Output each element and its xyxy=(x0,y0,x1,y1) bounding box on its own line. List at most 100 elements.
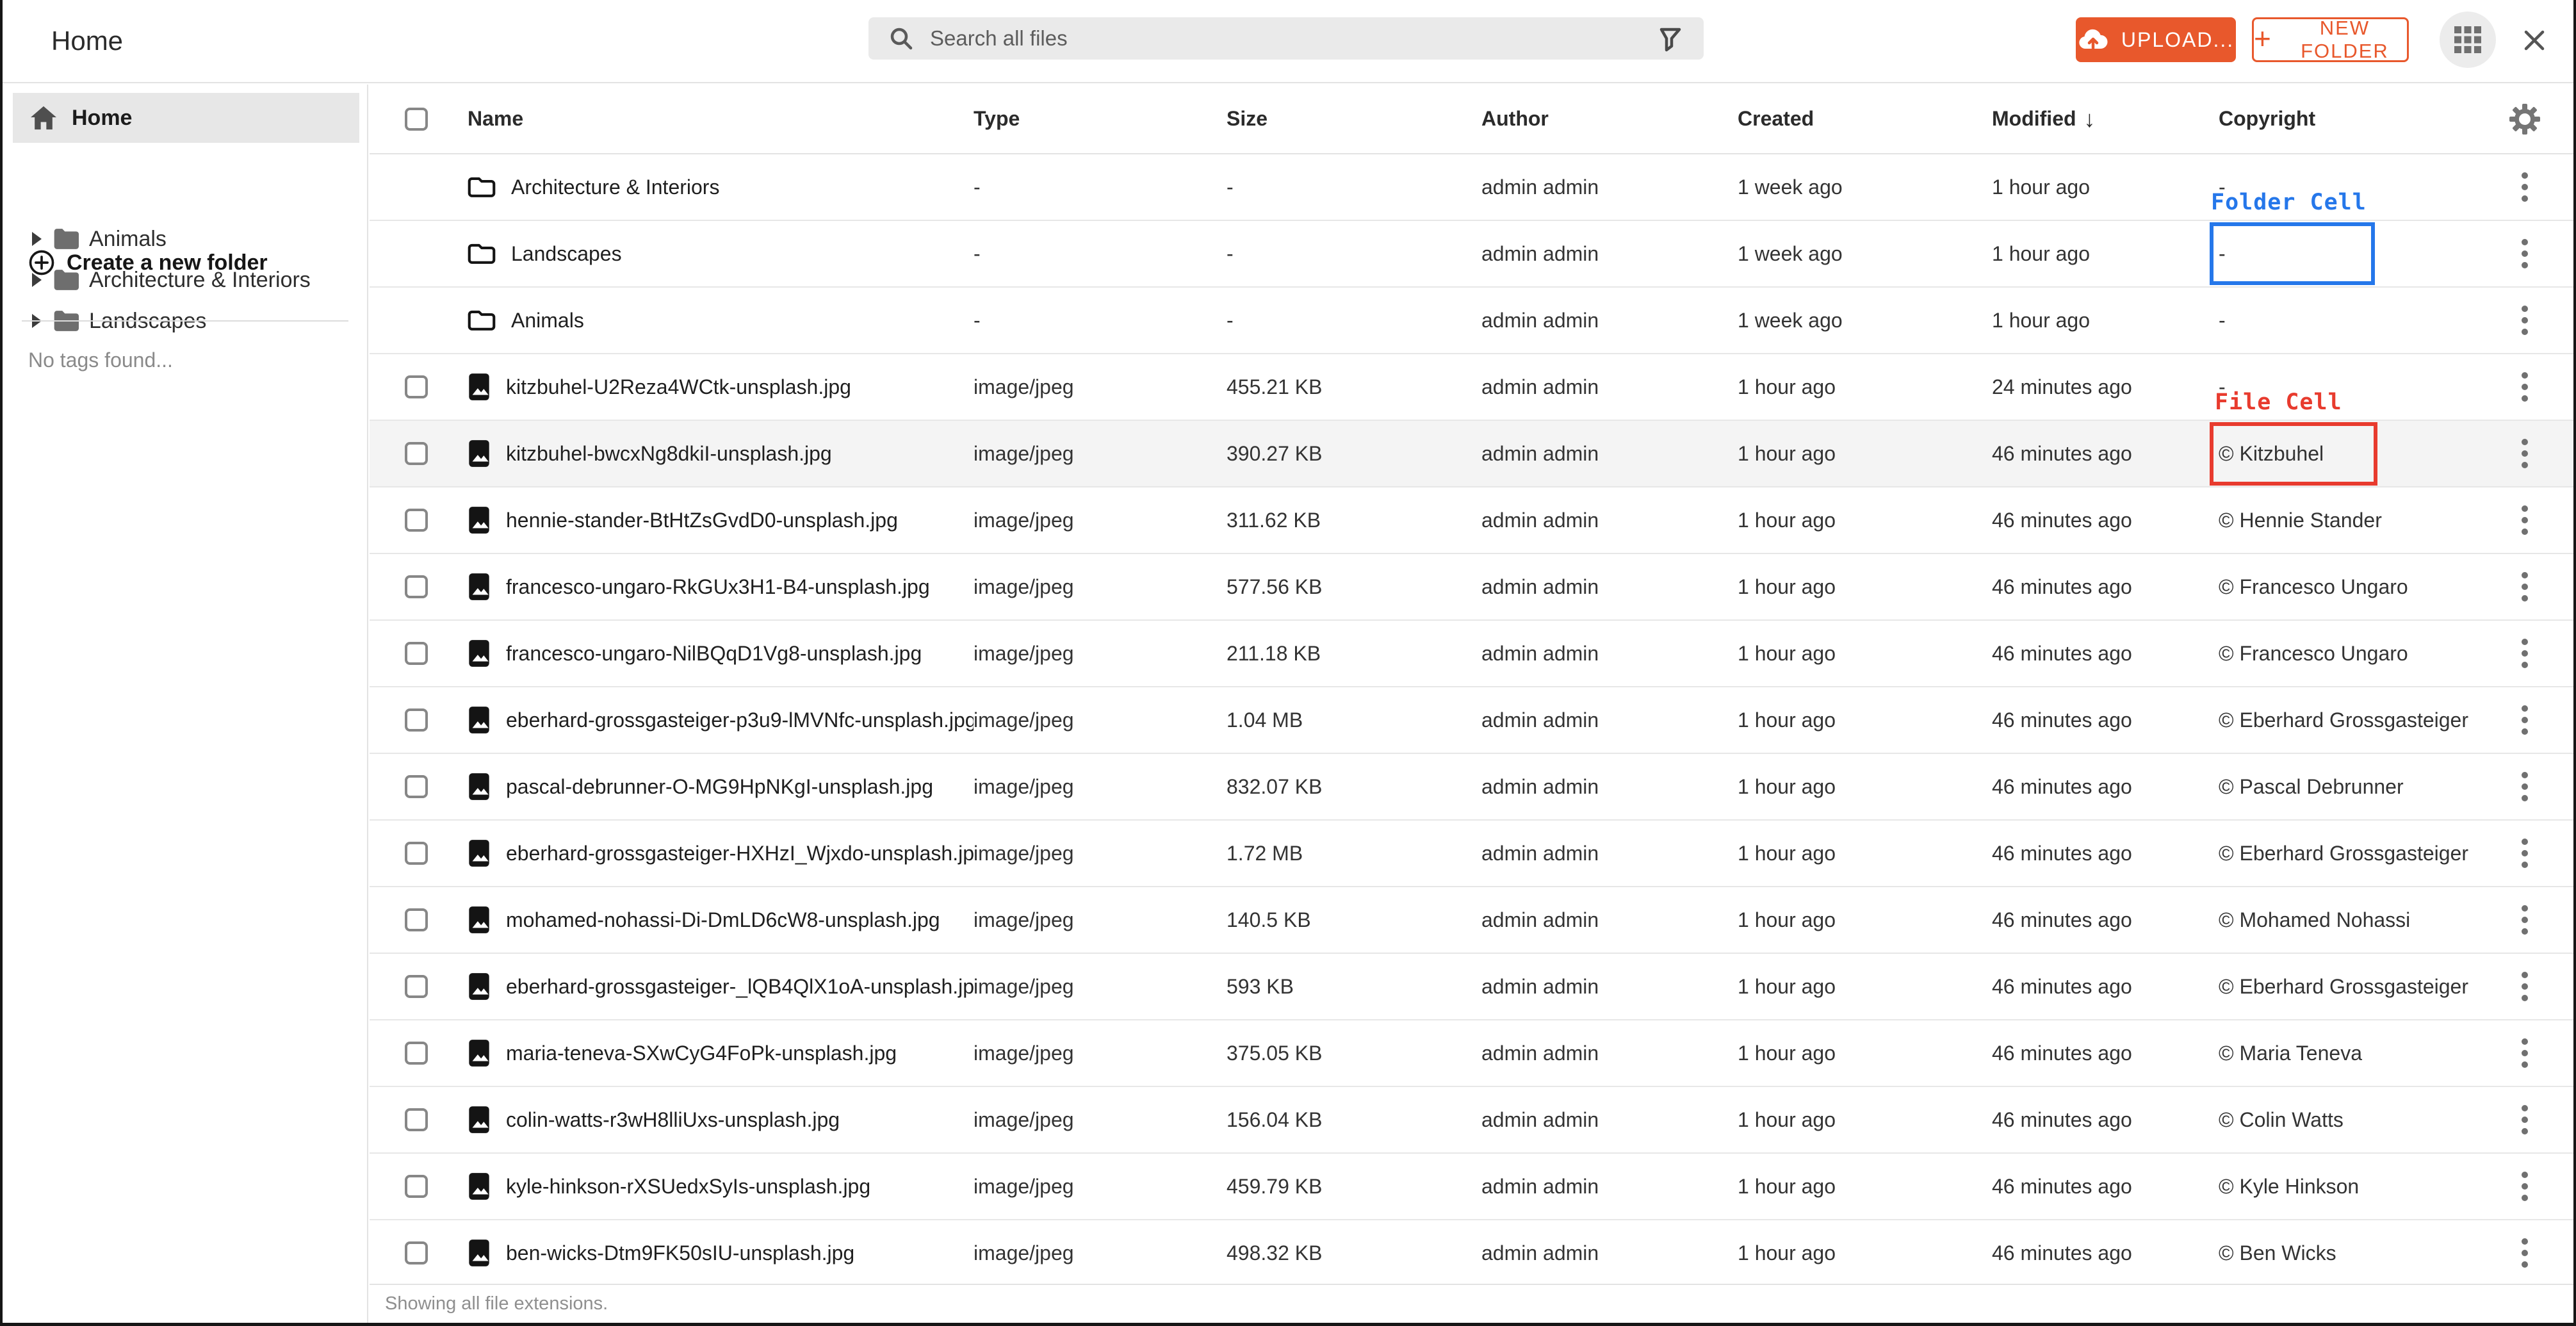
image-file-icon xyxy=(468,439,491,468)
copyright-cell: - xyxy=(2219,308,2226,332)
item-name: francesco-ungaro-RkGUx3H1-B4-unsplash.jp… xyxy=(506,575,930,598)
type-cell: image/jpeg xyxy=(974,774,1074,798)
column-header-name[interactable]: Name xyxy=(468,107,974,131)
row-menu-button[interactable] xyxy=(2513,168,2537,206)
row-checkbox[interactable] xyxy=(405,375,428,398)
column-header-created[interactable]: Created xyxy=(1738,107,1992,131)
column-header-type[interactable]: Type xyxy=(974,107,1227,131)
file-row[interactable]: maria-teneva-SXwCyG4FoPk-unsplash.jpg ima… xyxy=(370,1020,2573,1087)
sidebar-divider xyxy=(22,320,348,322)
modified-cell: 1 hour ago xyxy=(1992,175,2091,199)
column-header-modified[interactable]: Modified ↓ xyxy=(1992,106,2219,133)
grid-view-button[interactable] xyxy=(2440,12,2496,68)
close-button[interactable] xyxy=(2518,24,2550,56)
file-row[interactable]: hennie-stander-BtHtZsGvdD0-unsplash.jpg i… xyxy=(370,487,2573,554)
row-checkbox[interactable] xyxy=(405,975,428,998)
author-cell: admin admin xyxy=(1481,708,1599,732)
copyright-cell: © Maria Teneva xyxy=(2219,1041,2362,1065)
row-menu-button[interactable] xyxy=(2513,568,2537,605)
row-checkbox[interactable] xyxy=(405,442,428,465)
file-row[interactable]: kyle-hinkson-rXSUedxSyIs-unsplash.jpg ima… xyxy=(370,1154,2573,1220)
row-checkbox[interactable] xyxy=(405,842,428,865)
type-cell: image/jpeg xyxy=(974,1174,1074,1198)
column-header-size[interactable]: Size xyxy=(1227,107,1481,131)
file-row[interactable]: ben-wicks-Dtm9FK50sIU-unsplash.jpg image/… xyxy=(370,1220,2573,1287)
row-menu-button[interactable] xyxy=(2513,435,2537,472)
author-cell: admin admin xyxy=(1481,1108,1599,1131)
filter-icon[interactable] xyxy=(1656,24,1684,53)
type-cell: image/jpeg xyxy=(974,708,1074,732)
row-menu-button[interactable] xyxy=(2513,701,2537,739)
type-cell: - xyxy=(974,241,981,265)
file-row[interactable]: francesco-ungaro-RkGUx3H1-B4-unsplash.jp… xyxy=(370,554,2573,621)
row-checkbox[interactable] xyxy=(405,1241,428,1265)
modified-cell: 46 minutes ago xyxy=(1992,708,2132,732)
file-row[interactable]: colin-watts-r3wH8lliUxs-unsplash.jpg imag… xyxy=(370,1087,2573,1154)
created-cell: 1 hour ago xyxy=(1738,841,1836,865)
search-bar[interactable] xyxy=(868,17,1704,60)
row-checkbox[interactable] xyxy=(405,1042,428,1065)
row-menu-button[interactable] xyxy=(2513,1035,2537,1072)
created-cell: 1 hour ago xyxy=(1738,1174,1836,1198)
page-title: Home xyxy=(51,26,124,56)
created-cell: 1 hour ago xyxy=(1738,575,1836,598)
row-menu-button[interactable] xyxy=(2513,835,2537,872)
row-checkbox[interactable] xyxy=(405,775,428,798)
item-name: Landscapes xyxy=(511,241,622,265)
annotation-file-cell-box xyxy=(2210,422,2377,486)
sidebar-item-home[interactable]: Home xyxy=(13,93,359,143)
created-cell: 1 week ago xyxy=(1738,308,1843,332)
image-file-icon xyxy=(468,1172,491,1201)
create-new-folder-button[interactable]: Create a new folder xyxy=(28,247,268,278)
row-menu-button[interactable] xyxy=(2513,302,2537,339)
file-row[interactable]: mohamed-nohassi-Di-DmLD6cW8-unsplash.jpg… xyxy=(370,887,2573,954)
row-menu-button[interactable] xyxy=(2513,1168,2537,1205)
row-checkbox[interactable] xyxy=(405,1108,428,1131)
created-cell: 1 hour ago xyxy=(1738,774,1836,798)
image-file-icon xyxy=(468,639,491,668)
caret-right-icon[interactable] xyxy=(32,232,42,246)
row-checkbox[interactable] xyxy=(405,1175,428,1198)
row-checkbox[interactable] xyxy=(405,509,428,532)
copyright-cell: © Mohamed Nohassi xyxy=(2219,908,2411,931)
upload-button[interactable]: UPLOAD... xyxy=(2076,17,2236,62)
new-folder-button[interactable]: + NEW FOLDER xyxy=(2252,17,2409,62)
modified-cell: 46 minutes ago xyxy=(1992,1174,2132,1198)
table-header-row: Name Type Size Author Created Modified ↓… xyxy=(370,85,2573,154)
file-row[interactable]: eberhard-grossgasteiger-p3u9-lMVNfc-unsp… xyxy=(370,687,2573,754)
select-all-checkbox[interactable] xyxy=(405,107,428,131)
author-cell: admin admin xyxy=(1481,1041,1599,1065)
row-checkbox[interactable] xyxy=(405,908,428,931)
row-checkbox[interactable] xyxy=(405,708,428,732)
column-header-copyright[interactable]: Copyright xyxy=(2219,107,2476,131)
item-name: kitzbuhel-U2Reza4WCtk-unsplash.jpg xyxy=(506,375,851,398)
column-settings-button[interactable] xyxy=(2476,103,2573,135)
row-menu-button[interactable] xyxy=(2513,1101,2537,1138)
created-cell: 1 hour ago xyxy=(1738,708,1836,732)
row-menu-button[interactable] xyxy=(2513,968,2537,1005)
row-menu-button[interactable] xyxy=(2513,1234,2537,1272)
file-row[interactable]: eberhard-grossgasteiger-HXHzI_Wjxdo-unsp… xyxy=(370,821,2573,887)
status-text: Showing all file extensions. xyxy=(385,1293,608,1314)
column-header-author[interactable]: Author xyxy=(1481,107,1738,131)
row-menu-button[interactable] xyxy=(2513,368,2537,405)
type-cell: image/jpeg xyxy=(974,575,1074,598)
file-row[interactable]: pascal-debrunner-O-MG9HpNKgI-unsplash.jp… xyxy=(370,754,2573,821)
author-cell: admin admin xyxy=(1481,175,1599,199)
row-menu-button[interactable] xyxy=(2513,502,2537,539)
search-input[interactable] xyxy=(930,26,1656,51)
modified-cell: 46 minutes ago xyxy=(1992,575,2132,598)
image-file-icon xyxy=(468,772,491,801)
created-cell: 1 hour ago xyxy=(1738,508,1836,532)
row-menu-button[interactable] xyxy=(2513,235,2537,272)
row-menu-button[interactable] xyxy=(2513,768,2537,805)
row-menu-button[interactable] xyxy=(2513,901,2537,938)
file-row[interactable]: eberhard-grossgasteiger-_lQB4QlX1oA-unsp… xyxy=(370,954,2573,1020)
file-row[interactable]: francesco-ungaro-NilBQqD1Vg8-unsplash.jp… xyxy=(370,621,2573,687)
row-checkbox[interactable] xyxy=(405,642,428,665)
row-checkbox[interactable] xyxy=(405,575,428,598)
type-cell: image/jpeg xyxy=(974,908,1074,931)
folder-row[interactable]: Animals - - admin admin 1 week ago 1 hour ago… xyxy=(370,288,2573,354)
row-menu-button[interactable] xyxy=(2513,635,2537,672)
copyright-cell: © Colin Watts xyxy=(2219,1108,2344,1131)
